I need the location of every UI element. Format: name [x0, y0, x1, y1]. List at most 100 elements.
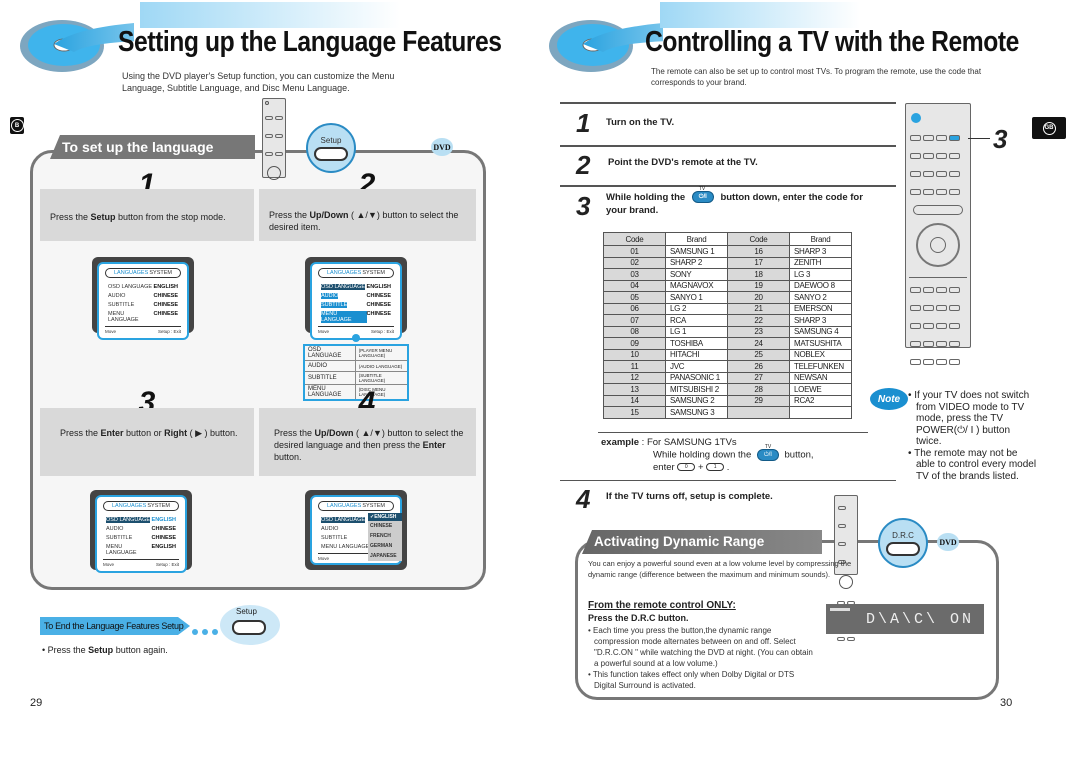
- step-3-number: 3: [576, 191, 591, 221]
- drc-bullets: • Each time you press the button,the dyn…: [588, 625, 818, 691]
- dropdown-option: GERMAN: [370, 543, 393, 549]
- legend-row: AUDIO (AUDIO LANGUAGE): [303, 360, 409, 372]
- brand-cell: RCA: [665, 314, 728, 327]
- code-cell: 29: [727, 394, 790, 407]
- page-number: 30: [1000, 697, 1013, 709]
- step-2-text: Press the Up/Down ( ▲/▼) button to selec…: [259, 189, 476, 241]
- note-item: • If your TV does not switch from VIDEO …: [908, 390, 1030, 447]
- table-row: 05 SANYO 1 20 SANYO 2: [603, 291, 852, 304]
- code-cell: 04: [603, 279, 666, 292]
- code-cell: 24: [727, 337, 790, 350]
- code-cell: 05: [603, 291, 666, 304]
- code-cell: 02: [603, 256, 666, 269]
- brand-cell: TOSHIBA: [665, 337, 728, 350]
- step-1-text: Turn on the TV.: [606, 117, 675, 128]
- intro-text: The remote can also be set up to control…: [651, 67, 982, 87]
- drc-instruction: Press the D.R.C button.: [588, 613, 689, 623]
- table-row: 01 SAMSUNG 1 16 SHARP 3: [603, 245, 852, 258]
- table-row: 15 SAMSUNG 3: [603, 406, 852, 419]
- step-4-number: 4: [576, 484, 591, 514]
- code-cell: 03: [603, 268, 666, 281]
- step-3-text: Press the Enter button or Right ( ▶ ) bu…: [40, 408, 254, 476]
- code-cell: 22: [727, 314, 790, 327]
- language-badge: B: [10, 117, 24, 134]
- dropdown-option: JAPANESE: [370, 553, 397, 559]
- end-setup-instruction: • Press the Setup button again.: [42, 645, 168, 655]
- table-header-row: Code Brand Code Brand: [603, 232, 852, 246]
- setup-button-callout: Setup: [306, 123, 356, 173]
- brand-cell: MAGNAVOX: [665, 279, 728, 292]
- brand-cell: SONY: [665, 268, 728, 281]
- code-cell: 08: [603, 325, 666, 338]
- step-1-number: 1: [576, 108, 591, 138]
- step-2-number: 2: [576, 150, 591, 180]
- tv-power-button-icon: TV ⏻/I: [756, 444, 779, 462]
- code-cell: 13: [603, 383, 666, 396]
- table-row: 10 HITACHI 25 NOBLEX: [603, 348, 852, 361]
- code-cell: 15: [603, 406, 666, 419]
- dvd-badge: DVD: [431, 138, 453, 156]
- table-row: 06 LG 2 21 EMERSON: [603, 302, 852, 315]
- language-badge: GB: [1032, 117, 1066, 139]
- code-cell: 23: [727, 325, 790, 338]
- dotted-connector: [190, 622, 220, 640]
- code-cell: [727, 406, 790, 419]
- code-cell: 11: [603, 360, 666, 373]
- table-row: 13 MITSUBISHI 2 28 LOEWE: [603, 383, 852, 396]
- drc-section-title: Activating Dynamic Range Compression: [582, 530, 822, 554]
- remote-control-image: [262, 98, 286, 232]
- code-cell: 19: [727, 279, 790, 292]
- brand-cell: SANYO 2: [789, 291, 852, 304]
- code-cell: 12: [603, 371, 666, 384]
- code-cell: 16: [727, 245, 790, 258]
- brand-cell: SHARP 3: [789, 245, 852, 258]
- note-list: • If your TV does not switch from VIDEO …: [908, 390, 1038, 482]
- dvd-badge: DVD: [937, 533, 959, 551]
- code-cell: 01: [603, 245, 666, 258]
- legend-row: SUBTITLE (SUBTITLE LANGUAGE): [303, 371, 409, 385]
- brand-cell: MITSUBISHI 2: [665, 383, 728, 396]
- section-title: To set up the language feature: [50, 135, 255, 159]
- drc-subheading: From the remote control ONLY:: [588, 600, 736, 611]
- dropdown-option: FRENCH: [370, 533, 391, 539]
- brand-cell: SANYO 1: [665, 291, 728, 304]
- drc-intro: You can enjoy a powerful sound even at a…: [588, 559, 852, 579]
- tv-power-button-icon: TV ⏻/I: [691, 186, 714, 204]
- code-cell: 20: [727, 291, 790, 304]
- brand-cell: JVC: [665, 360, 728, 373]
- step-2-text: Point the DVD's remote at the TV.: [608, 157, 758, 168]
- table-row: 11 JVC 26 TELEFUNKEN: [603, 360, 852, 373]
- code-cell: 06: [603, 302, 666, 315]
- osd-screen-step-3: LANGUAGES SYSTEM OSD LANGUAGE ENGLISH AUDI…: [90, 490, 192, 573]
- brand-cell: SHARP 3: [789, 314, 852, 327]
- brand-cell: SAMSUNG 2: [665, 394, 728, 407]
- code-cell: 14: [603, 394, 666, 407]
- intro-text: Using the DVD player's Setup function, y…: [122, 71, 395, 93]
- code-cell: 17: [727, 256, 790, 269]
- drc-button-icon: [886, 541, 920, 556]
- end-setup-label: To End the Language Features Setup: [40, 617, 190, 635]
- brand-cell: EMERSON: [789, 302, 852, 315]
- brand-cell: LG 1: [665, 325, 728, 338]
- brand-cell: SAMSUNG 4: [789, 325, 852, 338]
- code-cell: 26: [727, 360, 790, 373]
- step-4-text: Press the Up/Down ( ▲/▼) button to selec…: [259, 408, 476, 476]
- key-1-icon: 1: [706, 463, 725, 471]
- tv-remote-control-image: [905, 103, 971, 365]
- brand-cell: HITACHI: [665, 348, 728, 361]
- brand-cell: PANASONIC 1: [665, 371, 728, 384]
- brand-cell: NEWSAN: [789, 371, 852, 384]
- page-title: Controlling a TV with the Remote: [645, 26, 1019, 58]
- connector-dot: [352, 334, 360, 342]
- page-title: Setting up the Language Features: [118, 26, 502, 58]
- drc-button-callout: D.R.C: [878, 518, 928, 568]
- table-row: 09 TOSHIBA 24 MATSUSHITA: [603, 337, 852, 350]
- brand-cell: LG 3: [789, 268, 852, 281]
- brand-cell: SAMSUNG 3: [665, 406, 728, 419]
- dropdown-option: CHINESE: [370, 523, 393, 529]
- code-cell: 09: [603, 337, 666, 350]
- legend-row: OSD LANGUAGE (PLAYER MENU LANGUAGE): [303, 344, 409, 361]
- tv-brand-code-table: Code Brand Code Brand 01 SAMSUNG 1 16 SHARP…: [603, 232, 852, 419]
- table-row: 03 SONY 18 LG 3: [603, 268, 852, 281]
- step-4-text: If the TV turns off, setup is complete.: [606, 491, 773, 502]
